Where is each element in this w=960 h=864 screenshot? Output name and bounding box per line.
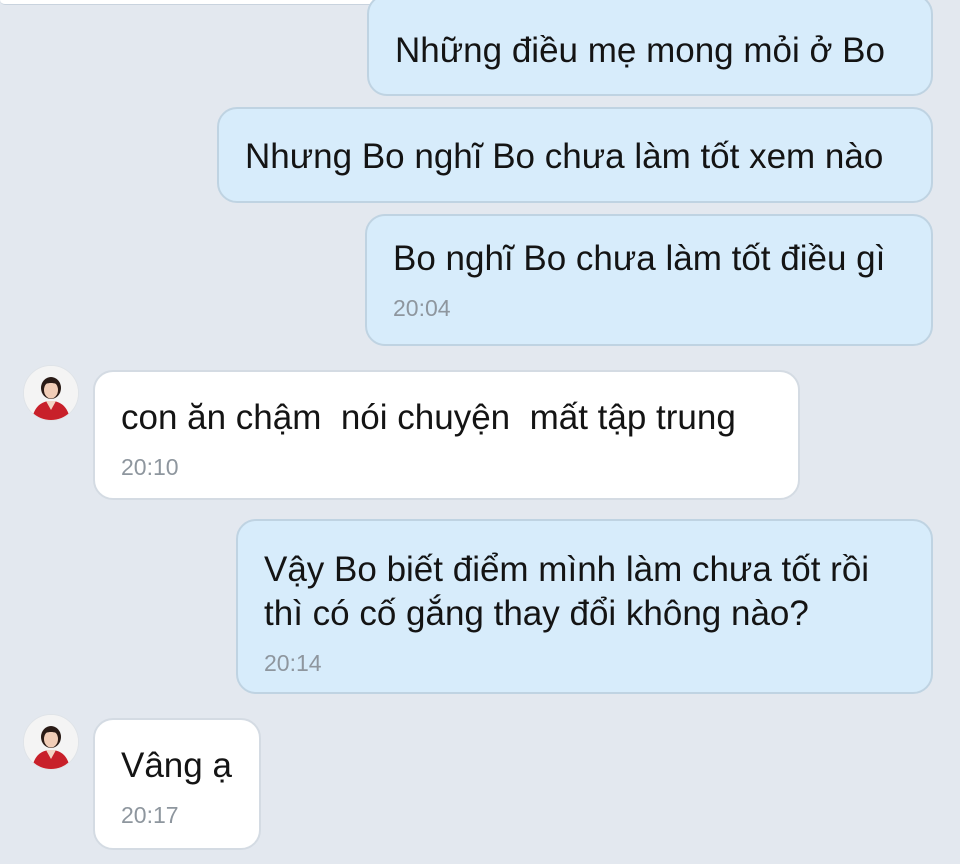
contact-avatar-image [24,366,78,420]
outgoing-message[interactable]: Nhưng Bo nghĩ Bo chưa làm tốt xem nào [217,107,933,203]
message-text: Bo nghĩ Bo chưa làm tốt điều gì [393,239,886,278]
outgoing-message[interactable]: Những điều mẹ mong mỏi ở Bo [367,0,933,96]
contact-avatar-image [24,715,78,769]
message-timestamp: 20:04 [393,295,451,321]
incoming-message[interactable]: Vâng ạ 20:17 [93,718,261,850]
message-timestamp: 20:10 [121,454,179,480]
message-timestamp: 20:17 [121,802,179,828]
message-text: Những điều mẹ mong mỏi ở Bo [395,31,885,70]
message-text: con ăn chậm nói chuyện mất tập trung [121,398,736,437]
message-text: Nhưng Bo nghĩ Bo chưa làm tốt xem nào [245,137,884,176]
message-timestamp: 20:14 [264,650,322,676]
outgoing-message[interactable]: Bo nghĩ Bo chưa làm tốt điều gì 20:04 [365,214,933,346]
contact-avatar[interactable] [23,365,79,421]
message-text: Vâng ạ [121,746,232,785]
outgoing-message[interactable]: Vậy Bo biết điểm mình làm chưa tốt rồi t… [236,519,933,694]
message-text: Vậy Bo biết điểm mình làm chưa tốt rồi t… [264,550,870,633]
contact-avatar[interactable] [23,714,79,770]
incoming-message[interactable]: con ăn chậm nói chuyện mất tập trung 20:… [93,370,800,500]
